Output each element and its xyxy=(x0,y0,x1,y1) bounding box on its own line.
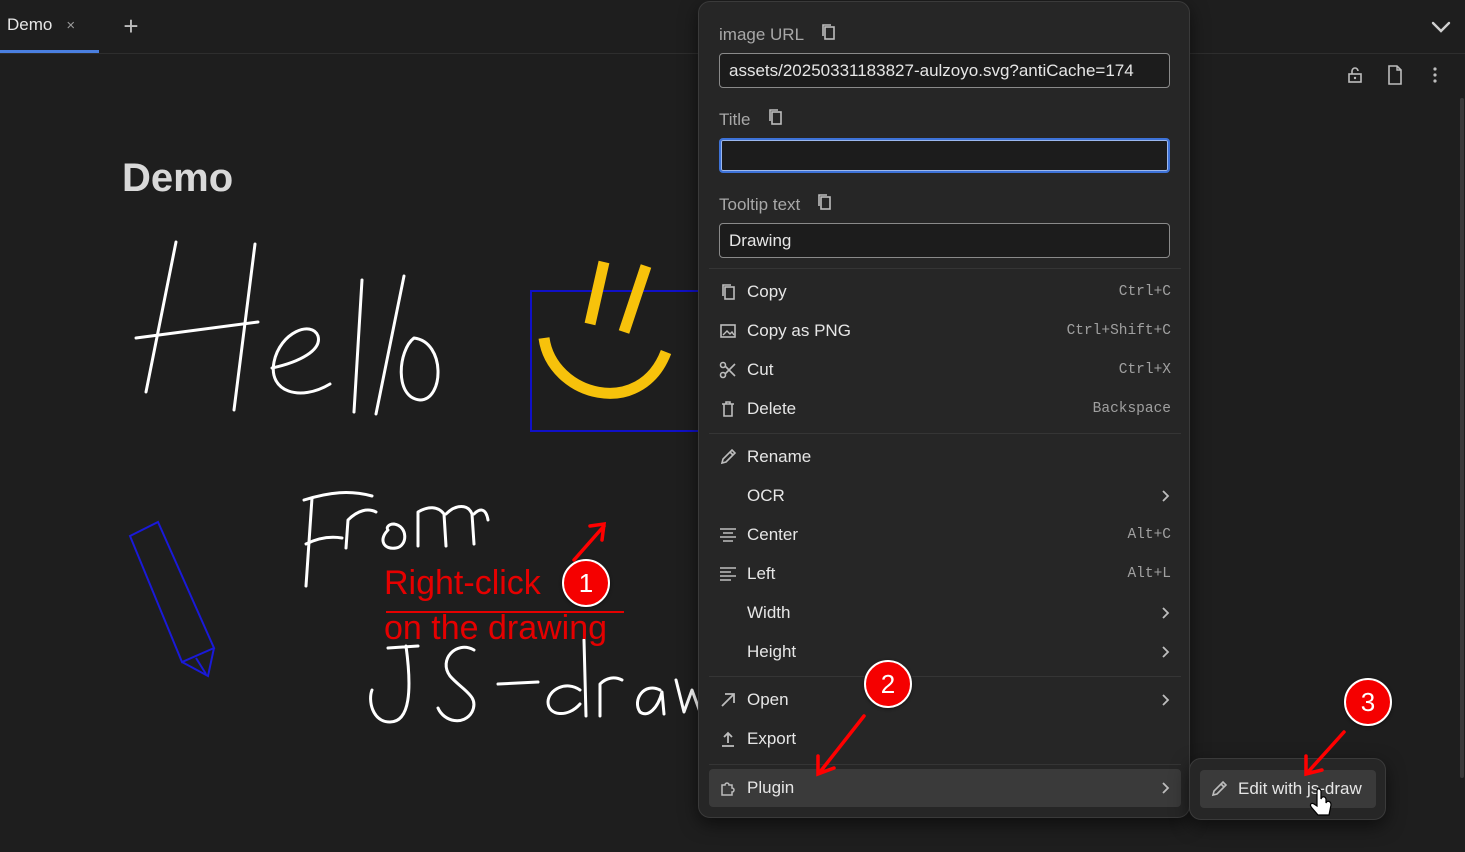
chevron-right-icon xyxy=(1155,606,1175,620)
menu-item-shortcut: Ctrl+C xyxy=(1118,284,1171,300)
menu-item-label: Export xyxy=(747,729,797,748)
empty-icon-slot xyxy=(717,602,739,624)
pencil-icon xyxy=(717,446,739,468)
open-arrow-icon xyxy=(717,689,739,711)
menu-item-copy-as-png[interactable]: Copy as PNG Ctrl+Shift+C xyxy=(709,312,1181,350)
menu-item-edit-with-js-draw[interactable]: Edit with js-draw xyxy=(1200,770,1376,808)
menu-item-rename[interactable]: Rename xyxy=(709,438,1181,476)
step-badge-2: 2 xyxy=(864,660,912,708)
menu-item-label: Plugin xyxy=(747,778,795,797)
menu-item-label: Left xyxy=(747,564,776,583)
menu-item-width[interactable]: Width xyxy=(709,594,1181,632)
empty-icon-slot xyxy=(717,485,739,507)
menu-separator xyxy=(709,676,1181,677)
upload-icon xyxy=(717,728,739,750)
menu-separator xyxy=(709,268,1181,269)
menu-item-shortcut: Backspace xyxy=(1092,401,1171,417)
editor-toolbar xyxy=(1340,62,1450,88)
menu-item-export[interactable]: Export xyxy=(709,720,1181,758)
menu-item-label: Rename xyxy=(747,447,812,466)
copy-icon xyxy=(717,281,739,303)
menu-item-shortcut: Ctrl+Shift+C xyxy=(1066,323,1171,339)
step-badge-1: 1 xyxy=(562,559,610,607)
menu-item-copy[interactable]: Copy Ctrl+C xyxy=(709,273,1181,311)
annotation-line-2: on the drawing xyxy=(384,609,608,647)
menu-item-center[interactable]: Center Alt+C xyxy=(709,516,1181,554)
menu-item-label: Copy xyxy=(747,282,787,301)
unlock-icon[interactable] xyxy=(1340,62,1370,88)
menu-item-label: Copy as PNG xyxy=(747,321,851,340)
chevron-right-icon xyxy=(1155,645,1175,659)
menu-item-label: Cut xyxy=(747,360,774,379)
chevron-right-icon xyxy=(1155,781,1175,795)
menu-item-shortcut: Alt+L xyxy=(1127,566,1171,582)
copy-icon[interactable] xyxy=(820,23,836,46)
menu-item-delete[interactable]: Delete Backspace xyxy=(709,390,1181,428)
menu-item-label: OCR xyxy=(747,486,785,505)
menu-item-label: Center xyxy=(747,525,799,544)
puzzle-icon xyxy=(717,777,739,799)
menu-item-open[interactable]: Open xyxy=(709,681,1181,719)
scissors-icon xyxy=(717,359,739,381)
new-tab-button[interactable]: + xyxy=(118,12,144,42)
menu-item-label: Open xyxy=(747,690,789,709)
chevron-down-icon[interactable] xyxy=(1428,14,1454,40)
title-field[interactable] xyxy=(719,138,1170,173)
step-badge-3: 3 xyxy=(1344,678,1392,726)
menu-item-plugin[interactable]: Plugin xyxy=(709,769,1181,807)
tooltip-label: Tooltip text xyxy=(719,193,832,216)
menu-item-label: Delete xyxy=(747,399,797,418)
align-left-icon xyxy=(717,563,739,585)
copy-icon[interactable] xyxy=(767,108,783,131)
menu-item-label: Height xyxy=(747,642,797,661)
menu-item-label: Edit with js-draw xyxy=(1238,779,1362,798)
title-label: Title xyxy=(719,108,783,131)
menu-item-label: Width xyxy=(747,603,791,622)
menu-item-shortcut: Alt+C xyxy=(1127,527,1171,543)
app-window: Demo × + Demo Right-click on the drawing… xyxy=(0,0,1465,852)
menu-separator xyxy=(709,433,1181,434)
image-url-label: image URL xyxy=(719,23,836,46)
menu-item-shortcut: Ctrl+X xyxy=(1118,362,1171,378)
menu-separator xyxy=(709,764,1181,765)
chevron-right-icon xyxy=(1155,693,1175,707)
menu-item-ocr[interactable]: OCR xyxy=(709,477,1181,515)
menu-item-cut[interactable]: Cut Ctrl+X xyxy=(709,351,1181,389)
image-url-label-text: image URL xyxy=(719,24,805,44)
pencil-icon xyxy=(1208,778,1230,800)
copy-icon[interactable] xyxy=(816,193,832,216)
document-title[interactable]: Demo xyxy=(122,156,233,201)
tab-close-icon[interactable]: × xyxy=(66,17,75,34)
chevron-right-icon xyxy=(1155,489,1175,503)
empty-icon-slot xyxy=(717,641,739,663)
context-menu: image URL assets/20250331183827-aulzoyo.… xyxy=(698,1,1190,818)
document-icon[interactable] xyxy=(1380,62,1410,88)
image-icon xyxy=(717,320,739,342)
align-center-icon xyxy=(717,524,739,546)
tab-demo[interactable]: Demo × xyxy=(0,0,99,53)
tab-label: Demo xyxy=(7,15,53,34)
editor-scrollbar[interactable] xyxy=(1460,98,1464,778)
tooltip-field[interactable]: Drawing xyxy=(719,223,1170,258)
plugin-submenu: Edit with js-draw xyxy=(1189,758,1386,820)
trash-icon xyxy=(717,398,739,420)
menu-item-height[interactable]: Height xyxy=(709,633,1181,671)
title-label-text: Title xyxy=(719,109,751,129)
more-vertical-icon[interactable] xyxy=(1420,62,1450,88)
menu-item-left[interactable]: Left Alt+L xyxy=(709,555,1181,593)
image-url-field[interactable]: assets/20250331183827-aulzoyo.svg?antiCa… xyxy=(719,53,1170,88)
tooltip-label-text: Tooltip text xyxy=(719,194,801,214)
